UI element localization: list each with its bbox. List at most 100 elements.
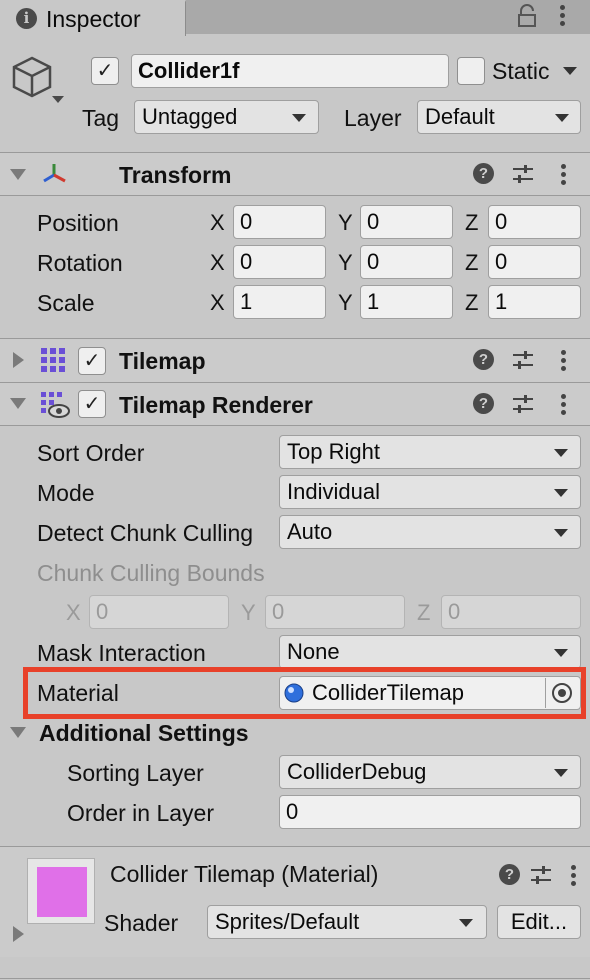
chevron-down-icon [292, 114, 306, 122]
sort-order-label: Sort Order [37, 440, 145, 466]
axis-x-label: X [210, 290, 225, 315]
presets-icon[interactable] [512, 393, 534, 415]
material-object-field[interactable]: ColliderTilemap [279, 676, 581, 710]
sorting-layer-label: Sorting Layer [67, 760, 204, 786]
foldout-expanded-icon[interactable] [10, 727, 26, 738]
layer-value: Default [425, 104, 495, 129]
divider [0, 978, 590, 979]
rotation-y-field[interactable]: 0 [360, 245, 453, 279]
foldout-collapsed-icon[interactable] [13, 926, 24, 942]
axis-z-label: Z [465, 210, 479, 235]
chunk-culling-bounds-label: Chunk Culling Bounds [37, 560, 265, 586]
scale-y-field[interactable]: 1 [360, 285, 453, 319]
help-icon[interactable]: ? [499, 864, 520, 885]
foldout-expanded-icon[interactable] [10, 169, 26, 180]
axis-z-label: Z [465, 290, 479, 315]
presets-icon[interactable] [512, 349, 534, 371]
tag-label: Tag [82, 105, 120, 131]
material-preview-color [37, 867, 87, 917]
mode-label: Mode [37, 480, 95, 506]
mask-interaction-dropdown[interactable]: None [279, 635, 581, 669]
divider [0, 195, 590, 196]
active-checkbox[interactable]: ✓ [91, 57, 119, 85]
tab-inspector[interactable]: i Inspector [0, 0, 186, 36]
help-icon[interactable]: ? [473, 393, 494, 414]
lock-icon[interactable] [516, 4, 538, 28]
rotation-z-field[interactable]: 0 [488, 245, 581, 279]
help-icon[interactable]: ? [473, 349, 494, 370]
transform-header[interactable] [0, 153, 590, 195]
detect-chunk-culling-value: Auto [287, 519, 333, 544]
object-picker-icon[interactable] [545, 678, 575, 708]
sort-order-dropdown[interactable]: Top Right [279, 435, 581, 469]
detect-chunk-culling-dropdown[interactable]: Auto [279, 515, 581, 549]
foldout-collapsed-icon[interactable] [13, 352, 24, 368]
axis-z-label: Z [417, 600, 431, 625]
rotation-label: Rotation [37, 250, 123, 276]
chevron-down-icon [459, 919, 473, 927]
presets-icon[interactable] [512, 163, 534, 185]
transform-title: Transform [119, 162, 232, 188]
foldout-expanded-icon[interactable] [10, 398, 26, 409]
mask-interaction-value: None [287, 639, 340, 664]
static-dropdown-icon[interactable] [563, 67, 577, 75]
component-menu-icon[interactable] [561, 350, 567, 372]
axis-x-label: X [210, 210, 225, 235]
mode-value: Individual [287, 479, 380, 504]
chevron-down-icon [555, 114, 569, 122]
presets-icon[interactable] [530, 864, 552, 886]
detect-chunk-culling-label: Detect Chunk Culling [37, 520, 254, 546]
shader-label: Shader [104, 910, 179, 936]
tag-value: Untagged [142, 104, 238, 129]
order-in-layer-label: Order in Layer [67, 800, 215, 826]
position-x-field[interactable]: 0 [233, 205, 326, 239]
bounds-x-field: 0 [89, 595, 229, 629]
position-y-field[interactable]: 0 [360, 205, 453, 239]
object-name-field[interactable]: Collider1f [131, 54, 449, 88]
layer-label: Layer [344, 105, 402, 131]
scale-z-field[interactable]: 1 [488, 285, 581, 319]
additional-settings-label[interactable]: Additional Settings [39, 720, 249, 747]
divider [0, 425, 590, 426]
info-icon: i [16, 8, 37, 29]
position-z-field[interactable]: 0 [488, 205, 581, 239]
component-menu-icon[interactable] [571, 865, 577, 887]
window-menu-icon[interactable] [560, 5, 566, 27]
scale-x-field[interactable]: 1 [233, 285, 326, 319]
shader-dropdown[interactable]: Sprites/Default [207, 905, 487, 939]
axis-x-label: X [210, 250, 225, 275]
material-title: Collider Tilemap (Material) [110, 861, 379, 887]
chevron-down-icon [554, 489, 568, 497]
material-label: Material [37, 680, 119, 706]
help-icon[interactable]: ? [473, 163, 494, 184]
order-in-layer-field[interactable]: 0 [279, 795, 581, 829]
chevron-down-icon [554, 769, 568, 777]
component-menu-icon[interactable] [561, 394, 567, 416]
mask-interaction-label: Mask Interaction [37, 640, 206, 666]
axis-y-label: Y [338, 210, 353, 235]
axis-y-label: Y [338, 250, 353, 275]
axis-y-label: Y [338, 290, 353, 315]
tilemap-renderer-enabled-checkbox[interactable]: ✓ [78, 390, 106, 418]
tilemap-renderer-icon [40, 391, 70, 419]
tab-label: Inspector [46, 6, 141, 32]
tilemap-enabled-checkbox[interactable]: ✓ [78, 347, 106, 375]
chevron-down-icon [554, 649, 568, 657]
tilemap-renderer-title: Tilemap Renderer [119, 392, 313, 418]
tilemap-title: Tilemap [119, 348, 206, 374]
transform-icon [40, 161, 68, 187]
static-label: Static [492, 58, 550, 84]
sorting-layer-dropdown[interactable]: ColliderDebug [279, 755, 581, 789]
bounds-y-field: 0 [265, 595, 405, 629]
scale-label: Scale [37, 290, 95, 316]
bounds-z-field: 0 [441, 595, 581, 629]
static-checkbox[interactable] [457, 57, 485, 85]
chevron-down-icon [554, 529, 568, 537]
mode-dropdown[interactable]: Individual [279, 475, 581, 509]
rotation-x-field[interactable]: 0 [233, 245, 326, 279]
component-menu-icon[interactable] [561, 164, 567, 186]
gameobject-icon [10, 54, 64, 108]
edit-shader-button[interactable]: Edit... [497, 905, 581, 939]
material-value: ColliderTilemap [312, 680, 465, 705]
sorting-layer-value: ColliderDebug [287, 759, 427, 784]
